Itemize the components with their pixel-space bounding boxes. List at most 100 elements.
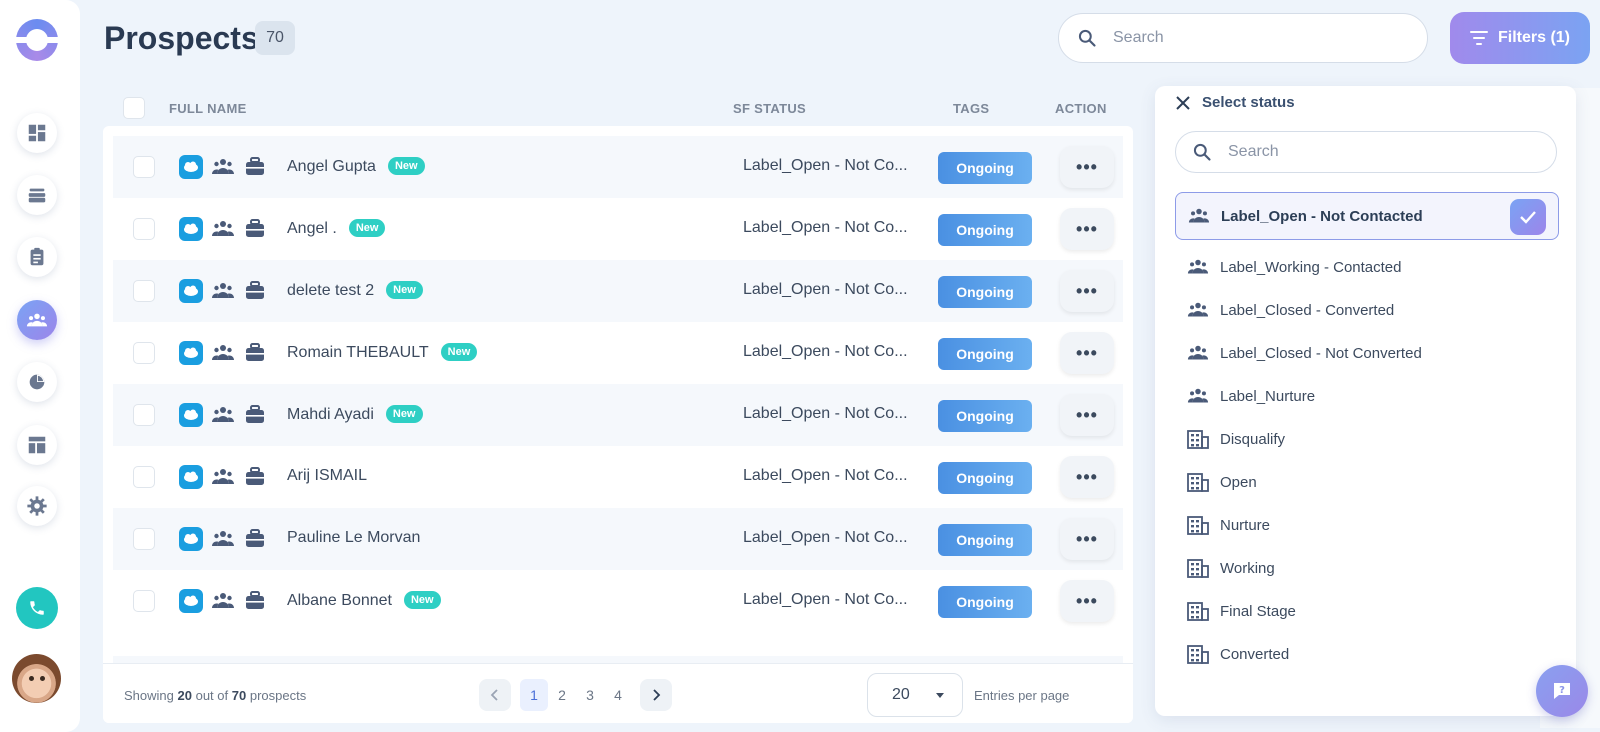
- table-row[interactable]: Albane Bonnet New Label_Open - Not Co... On…: [113, 570, 1123, 632]
- row-actions-button[interactable]: •••: [1060, 394, 1114, 436]
- per-page-select[interactable]: 20: [867, 673, 963, 717]
- table-row[interactable]: Arij ISMAIL Label_Open - Not Co... Ongoing…: [113, 446, 1123, 508]
- tag-badge[interactable]: Ongoing: [938, 338, 1032, 370]
- prev-page-button[interactable]: [479, 679, 511, 711]
- prospect-name[interactable]: Romain THEBAULT New: [287, 343, 478, 362]
- tag-badge[interactable]: Ongoing: [938, 586, 1032, 618]
- people-icon[interactable]: [211, 342, 235, 364]
- column-full-name[interactable]: FULL NAME: [169, 101, 247, 116]
- people-icon[interactable]: [211, 404, 235, 426]
- people-icon[interactable]: [211, 466, 235, 488]
- row-actions-button[interactable]: •••: [1060, 518, 1114, 560]
- nav-templates[interactable]: [17, 425, 57, 465]
- nav-dashboard[interactable]: [17, 113, 57, 153]
- prospect-name[interactable]: Angel . New: [287, 219, 386, 238]
- panel-search-input[interactable]: [1228, 143, 1528, 161]
- salesforce-icon[interactable]: [179, 341, 203, 365]
- table-row[interactable]: Angel Gupta New Label_Open - Not Co... Ongo…: [113, 136, 1123, 198]
- people-icon[interactable]: [211, 590, 235, 612]
- briefcase-icon[interactable]: [244, 156, 266, 178]
- filters-button[interactable]: Filters (1): [1450, 12, 1590, 64]
- tag-badge[interactable]: Ongoing: [938, 524, 1032, 556]
- row-checkbox[interactable]: [133, 342, 155, 364]
- status-option[interactable]: Working: [1175, 544, 1559, 592]
- people-icon[interactable]: [211, 528, 235, 550]
- page-3[interactable]: 3: [576, 679, 604, 711]
- search-input[interactable]: [1113, 29, 1373, 47]
- close-icon[interactable]: [1175, 95, 1191, 111]
- row-checkbox[interactable]: [133, 280, 155, 302]
- row-actions-button[interactable]: •••: [1060, 456, 1114, 498]
- tag-badge[interactable]: Ongoing: [938, 400, 1032, 432]
- briefcase-icon[interactable]: [244, 342, 266, 364]
- row-actions-button[interactable]: •••: [1060, 208, 1114, 250]
- status-option[interactable]: Label_Closed - Converted: [1175, 286, 1559, 334]
- page-1[interactable]: 1: [520, 679, 548, 711]
- salesforce-icon[interactable]: [179, 527, 203, 551]
- nav-settings[interactable]: [17, 486, 57, 526]
- search-bar[interactable]: [1058, 13, 1428, 63]
- table-row[interactable]: Angel . New Label_Open - Not Co... Ongoing •…: [113, 198, 1123, 260]
- row-checkbox[interactable]: [133, 218, 155, 240]
- page-4[interactable]: 4: [604, 679, 632, 711]
- column-sf-status[interactable]: SF STATUS: [733, 101, 806, 116]
- row-checkbox[interactable]: [133, 156, 155, 178]
- status-option[interactable]: Label_Working - Contacted: [1175, 243, 1559, 291]
- status-option[interactable]: Label_Closed - Not Converted: [1175, 329, 1559, 377]
- people-icon[interactable]: [211, 156, 235, 178]
- salesforce-icon[interactable]: [179, 279, 203, 303]
- prospect-name[interactable]: Albane Bonnet New: [287, 591, 441, 610]
- help-chat-button[interactable]: ?: [1536, 665, 1588, 717]
- tag-badge[interactable]: Ongoing: [938, 152, 1032, 184]
- salesforce-icon[interactable]: [179, 589, 203, 613]
- phone-button[interactable]: [16, 587, 58, 629]
- page-2[interactable]: 2: [548, 679, 576, 711]
- row-checkbox[interactable]: [133, 466, 155, 488]
- row-actions-button[interactable]: •••: [1060, 580, 1114, 622]
- nav-tasks[interactable]: [17, 237, 57, 277]
- people-icon[interactable]: [211, 280, 235, 302]
- prospect-name[interactable]: Mahdi Ayadi New: [287, 405, 423, 424]
- table-row[interactable]: Mahdi Ayadi New Label_Open - Not Co... Ongo…: [113, 384, 1123, 446]
- salesforce-icon[interactable]: [179, 403, 203, 427]
- row-actions-button[interactable]: •••: [1060, 146, 1114, 188]
- briefcase-icon[interactable]: [244, 466, 266, 488]
- status-option[interactable]: Final Stage: [1175, 587, 1559, 635]
- nav-prospects[interactable]: [17, 300, 57, 340]
- salesforce-icon[interactable]: [179, 217, 203, 241]
- prospect-name[interactable]: Angel Gupta New: [287, 157, 425, 176]
- prospect-name[interactable]: delete test 2 New: [287, 281, 423, 300]
- app-logo[interactable]: [14, 19, 60, 61]
- prospect-name[interactable]: Arij ISMAIL: [287, 467, 367, 485]
- table-row[interactable]: Romain THEBAULT New Label_Open - Not Co...…: [113, 322, 1123, 384]
- row-checkbox[interactable]: [133, 528, 155, 550]
- briefcase-icon[interactable]: [244, 218, 266, 240]
- row-actions-button[interactable]: •••: [1060, 270, 1114, 312]
- table-row[interactable]: delete test 2 New Label_Open - Not Co... On…: [113, 260, 1123, 322]
- people-icon[interactable]: [211, 218, 235, 240]
- briefcase-icon[interactable]: [244, 280, 266, 302]
- user-avatar[interactable]: [12, 654, 61, 703]
- checkmark-icon[interactable]: [1510, 199, 1546, 235]
- status-option[interactable]: Label_Nurture: [1175, 372, 1559, 420]
- row-actions-button[interactable]: •••: [1060, 332, 1114, 374]
- salesforce-icon[interactable]: [179, 155, 203, 179]
- row-checkbox[interactable]: [133, 590, 155, 612]
- nav-reports[interactable]: [17, 362, 57, 402]
- select-all-checkbox[interactable]: [123, 97, 145, 119]
- status-option[interactable]: Disqualify: [1175, 415, 1559, 463]
- next-page-button[interactable]: [640, 679, 672, 711]
- status-option[interactable]: Nurture: [1175, 501, 1559, 549]
- status-option[interactable]: Label_Open - Not Contacted: [1175, 192, 1559, 240]
- tag-badge[interactable]: Ongoing: [938, 462, 1032, 494]
- table-row[interactable]: Pauline Le Morvan Label_Open - Not Co... O…: [113, 508, 1123, 570]
- panel-search-bar[interactable]: [1175, 131, 1557, 173]
- tag-badge[interactable]: Ongoing: [938, 276, 1032, 308]
- row-checkbox[interactable]: [133, 404, 155, 426]
- briefcase-icon[interactable]: [244, 590, 266, 612]
- briefcase-icon[interactable]: [244, 404, 266, 426]
- tag-badge[interactable]: Ongoing: [938, 214, 1032, 246]
- nav-sequences[interactable]: [17, 175, 57, 215]
- salesforce-icon[interactable]: [179, 465, 203, 489]
- status-option[interactable]: Converted: [1175, 630, 1559, 678]
